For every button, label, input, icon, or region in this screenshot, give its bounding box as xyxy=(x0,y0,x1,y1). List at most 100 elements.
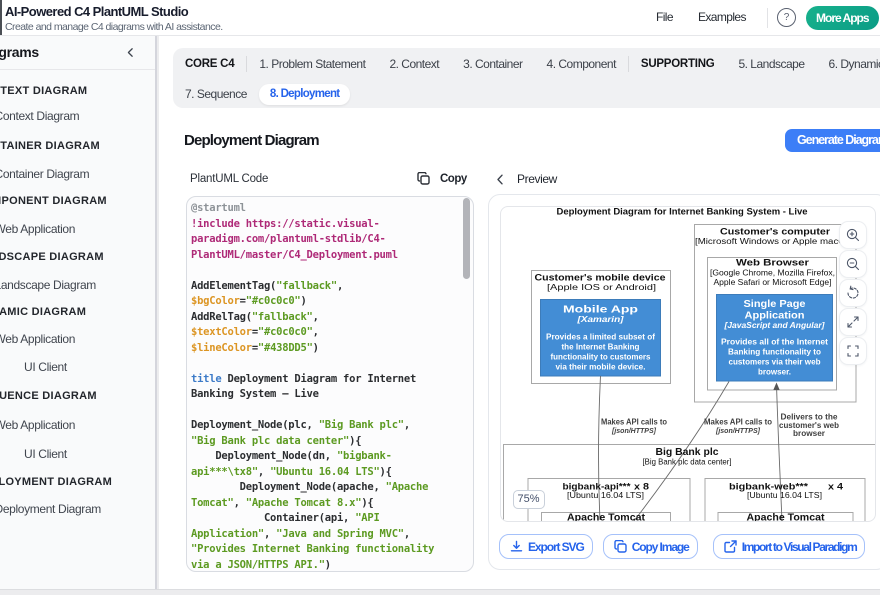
mobile-node-subtitle: [Apple IOS or Android] xyxy=(547,283,656,292)
spa-desc-1: Provides all of the Internet xyxy=(721,337,828,347)
reset-zoom-icon xyxy=(845,285,861,301)
rel3-label-3: browser xyxy=(793,429,825,438)
rel1-tech: [json/HTTPS] xyxy=(611,426,656,435)
menu-examples[interactable]: Examples xyxy=(698,10,746,24)
tab-3-container[interactable]: 3. Container xyxy=(451,54,534,74)
generate-diagram-button[interactable]: Generate Diagram xyxy=(785,129,880,152)
sidebar-section-header: COMPONENT DIAGRAM xyxy=(0,195,107,207)
fit-view-icon xyxy=(845,343,861,359)
fit-view-button[interactable] xyxy=(839,337,867,365)
sidebar-item[interactable]: UI Client xyxy=(24,447,67,461)
browser-node-subtitle-1: [Google Chrome, Mozilla Firefox, xyxy=(710,269,835,278)
collapse-preview-icon[interactable] xyxy=(496,174,504,185)
copy-code-button[interactable]: Copy xyxy=(417,172,467,185)
main-content: CORE C41. Problem Statement2. Context3. … xyxy=(159,36,880,589)
mobile-app-title: Mobile App xyxy=(563,305,638,316)
spa-desc-3: customers via their web xyxy=(729,357,821,367)
sidebar-item[interactable]: Container Diagram xyxy=(0,167,89,181)
app-title: AI-Powered C4 PlantUML Studio xyxy=(5,4,188,19)
api-tomcat-title: Apache Tomcat xyxy=(567,513,646,523)
tab-6-dynamic[interactable]: 6. Dynamic xyxy=(817,54,880,74)
preview-pane: Deployment Diagram for Internet Banking … xyxy=(488,194,880,570)
sidebar-item[interactable]: Landscape Diagram xyxy=(0,278,96,292)
export-svg-button[interactable]: Export SVG xyxy=(499,534,593,559)
sidebar-item[interactable]: Deployment Diagram xyxy=(0,502,101,516)
zoom-out-button[interactable] xyxy=(839,250,867,278)
sidebar-section-header: DEPLOYMENT DIAGRAM xyxy=(0,476,112,488)
window-bottom-border xyxy=(0,589,880,590)
sidebar-section-header: LANDSCAPE DIAGRAM xyxy=(0,251,104,263)
tab-2-context[interactable]: 2. Context xyxy=(377,54,451,74)
app-subtitle: Create and manage C4 diagrams with AI as… xyxy=(5,21,223,33)
window-edge-artifact xyxy=(0,0,2,35)
tab-4-component[interactable]: 4. Component xyxy=(535,54,628,74)
mobile-app-desc-1: Provides a limited subset of xyxy=(546,332,655,342)
sidebar-item[interactable]: UI Client xyxy=(24,360,67,374)
more-apps-button[interactable]: More Apps xyxy=(806,6,879,30)
help-icon[interactable]: ? xyxy=(777,8,796,27)
mobile-app-desc-4: via their mobile device. xyxy=(556,362,646,372)
sidebar-section-header: DYNAMIC DIAGRAM xyxy=(0,306,86,318)
mobile-app-tech: [Xamarin] xyxy=(576,315,624,324)
zoom-in-button[interactable] xyxy=(839,221,867,249)
code-editor[interactable]: @startuml !include https://static.visual… xyxy=(191,201,463,572)
code-editor-pane[interactable]: @startuml !include https://static.visual… xyxy=(186,196,474,572)
external-link-icon xyxy=(724,540,737,553)
tab-1-problem-statement[interactable]: 1. Problem Statement xyxy=(247,54,377,74)
copy-image-button[interactable]: Copy Image xyxy=(603,534,698,559)
mobile-node-title: Customer's mobile device xyxy=(535,273,666,284)
tab-8-deployment[interactable]: 8. Deployment xyxy=(259,84,351,105)
computer-node-title: Customer's computer xyxy=(720,227,830,238)
web-node-count: x 4 xyxy=(828,482,844,493)
browser-node-title: Web Browser xyxy=(736,258,809,269)
diagram-title: Deployment Diagram for Internet Banking … xyxy=(557,207,808,218)
sidebar-item[interactable]: Web Application xyxy=(0,222,75,236)
zoom-level-badge: 75% xyxy=(513,490,545,509)
bank-node-subtitle: [Big Bank plc data center] xyxy=(643,458,732,467)
header-divider xyxy=(767,8,768,28)
tab-5-landscape[interactable]: 5. Landscape xyxy=(726,54,816,74)
zoom-in-icon xyxy=(845,227,861,243)
tab-bar: CORE C41. Problem Statement2. Context3. … xyxy=(173,48,880,108)
sidebar-title: Diagrams xyxy=(0,44,39,60)
sidebar-item[interactable]: Context Diagram xyxy=(0,109,79,123)
import-vp-button[interactable]: Import to Visual Paradigm xyxy=(713,534,866,559)
spa-title-2: Application xyxy=(745,311,805,322)
zoom-reset-button[interactable] xyxy=(839,279,867,307)
sidebar-section-header: CONTEXT DIAGRAM xyxy=(0,85,87,97)
deployment-diagram: Deployment Diagram for Internet Banking … xyxy=(501,207,876,522)
preview-label: Preview xyxy=(517,172,557,186)
preview-header: Preview xyxy=(496,172,557,186)
menu-file[interactable]: File xyxy=(656,10,673,24)
sidebar-divider xyxy=(0,69,157,70)
rel-arrowhead-up xyxy=(773,383,779,391)
mobile-app-desc-2: the Internet Banking xyxy=(562,342,640,352)
app-window: AI-Powered C4 PlantUML Studio Create and… xyxy=(0,0,880,595)
sidebar-item[interactable]: Web Application xyxy=(0,418,75,432)
preview-actions: Export SVG Copy Image Import to Visual P… xyxy=(499,534,865,559)
code-scrollbar[interactable] xyxy=(463,198,470,279)
mobile-app-desc-3: functionality to customers xyxy=(551,352,651,362)
rel-web-to-spa-line xyxy=(777,384,783,523)
sidebar-item[interactable]: Web Application xyxy=(0,332,75,346)
fullscreen-icon xyxy=(845,314,861,330)
rel2-tech: [json/HTTPS] xyxy=(715,426,760,435)
zoom-controls xyxy=(839,221,867,365)
browser-node-subtitle-2: Apple Safari or Microsoft Edge] xyxy=(714,278,832,287)
app-header: AI-Powered C4 PlantUML Studio Create and… xyxy=(0,0,880,36)
import-vp-label: Import to Visual Paradigm xyxy=(742,540,857,554)
spa-desc-2: Banking functionality to xyxy=(728,347,821,357)
zoom-out-icon xyxy=(845,256,861,272)
sidebar-collapse-icon[interactable] xyxy=(123,45,138,60)
page-title: Deployment Diagram xyxy=(184,132,319,149)
export-svg-label: Export SVG xyxy=(528,540,584,554)
tab-7-sequence[interactable]: 7. Sequence xyxy=(173,84,259,104)
copy-image-icon xyxy=(614,540,627,553)
spa-title-1: Single Page xyxy=(744,299,806,310)
copy-icon xyxy=(417,172,430,185)
fullscreen-button[interactable] xyxy=(839,308,867,336)
diagram-viewport[interactable]: Deployment Diagram for Internet Banking … xyxy=(500,206,876,522)
copy-button-label: Copy xyxy=(440,173,467,185)
spa-tech: [JavaScript and Angular] xyxy=(723,321,824,330)
web-node-subtitle: [Ubuntu 16.04 LTS] xyxy=(747,491,822,500)
